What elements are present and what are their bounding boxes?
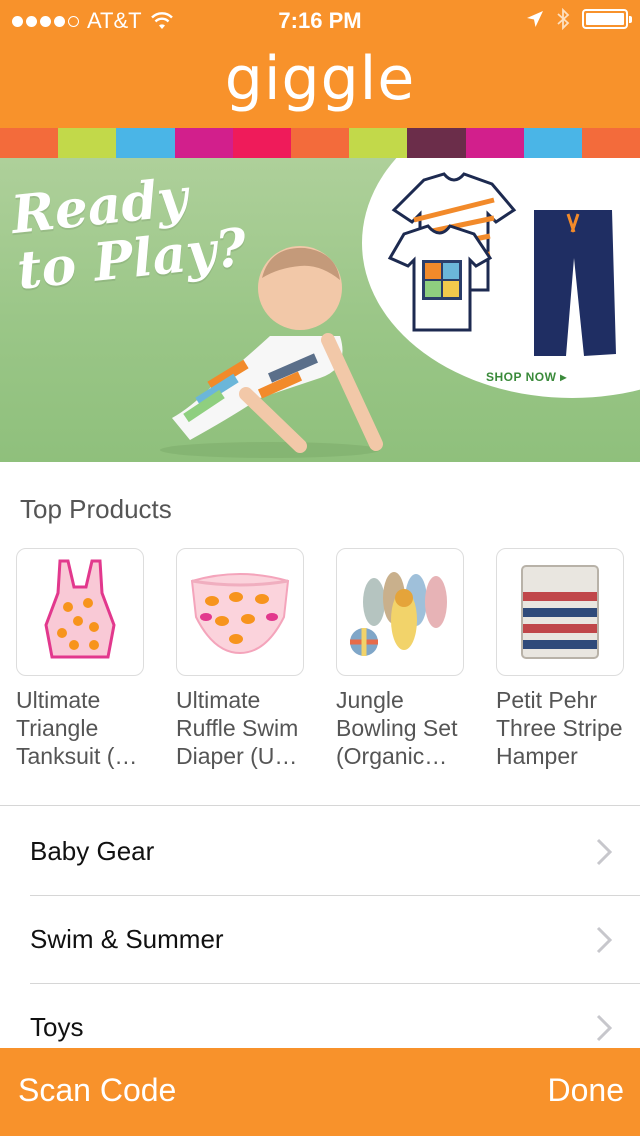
product-thumbnail[interactable] (496, 548, 624, 676)
onesie-icon (387, 172, 517, 332)
stripe-segment (465, 128, 524, 158)
decorative-color-stripe (0, 128, 640, 158)
stripe-segment (581, 128, 640, 158)
product-card[interactable]: Petit Pehr Three Stripe Hamper (496, 548, 624, 770)
category-label: Swim & Summer (30, 924, 224, 954)
category-label: Toys (30, 1012, 84, 1042)
done-button[interactable]: Done (548, 1072, 625, 1109)
chevron-right-icon (596, 838, 612, 866)
stripe-segment (232, 128, 291, 158)
app-header: AT&T 7:16 PM giggle (0, 0, 640, 128)
stripe-segment (116, 128, 175, 158)
top-products-carousel[interactable]: Ultimate Triangle Tanksuit (… Ultimate R… (16, 548, 640, 778)
giggle-logo: giggle (224, 44, 416, 114)
product-name: Petit Pehr Three Stripe Hamper (496, 687, 623, 769)
hamper-icon (521, 565, 599, 659)
top-products-title: Top Products (20, 494, 172, 524)
stripe-segment (290, 128, 350, 158)
stripe-segment (174, 128, 233, 158)
product-name: Ultimate Triangle Tanksuit (… (16, 687, 138, 769)
product-card[interactable]: Ultimate Triangle Tanksuit (… (16, 548, 144, 770)
swim-diaper-icon (190, 573, 290, 655)
stripe-segment (58, 128, 117, 158)
tanksuit-icon (44, 559, 116, 659)
product-name: Ultimate Ruffle Swim Diaper (U… (176, 687, 299, 769)
section-divider (0, 805, 640, 806)
product-thumbnail[interactable] (176, 548, 304, 676)
product-thumbnail[interactable] (16, 548, 144, 676)
stripe-segment (349, 128, 408, 158)
baby-photo-icon (160, 246, 383, 458)
chevron-right-icon (596, 1014, 612, 1042)
product-card[interactable]: Ultimate Ruffle Swim Diaper (U… (176, 548, 304, 770)
scan-code-button[interactable]: Scan Code (18, 1072, 176, 1109)
chevron-right-icon (596, 926, 612, 954)
shop-now-link[interactable]: SHOP NOW ▸ (486, 370, 567, 384)
product-thumbnail[interactable] (336, 548, 464, 676)
bluetooth-icon (557, 8, 570, 30)
stripe-segment (407, 128, 466, 158)
category-label: Baby Gear (30, 836, 155, 866)
stripe-segment (0, 128, 59, 158)
status-bar: AT&T 7:16 PM (0, 0, 640, 40)
status-right (526, 8, 632, 30)
location-arrow-icon (527, 11, 543, 27)
product-name: Jungle Bowling Set (Organic… (336, 687, 458, 769)
bowling-set-icon (350, 572, 447, 656)
battery-icon (582, 9, 632, 29)
product-card[interactable]: Jungle Bowling Set (Organic… (336, 548, 464, 770)
bottom-toolbar: Scan Code Done (0, 1048, 640, 1136)
category-row-swim-summer[interactable]: Swim & Summer (0, 896, 640, 984)
category-row-baby-gear[interactable]: Baby Gear (0, 808, 640, 896)
stripe-segment (523, 128, 582, 158)
promo-banner[interactable]: Ready to Play? SHOP NOW ▸ (0, 158, 640, 462)
pants-icon (534, 210, 616, 356)
